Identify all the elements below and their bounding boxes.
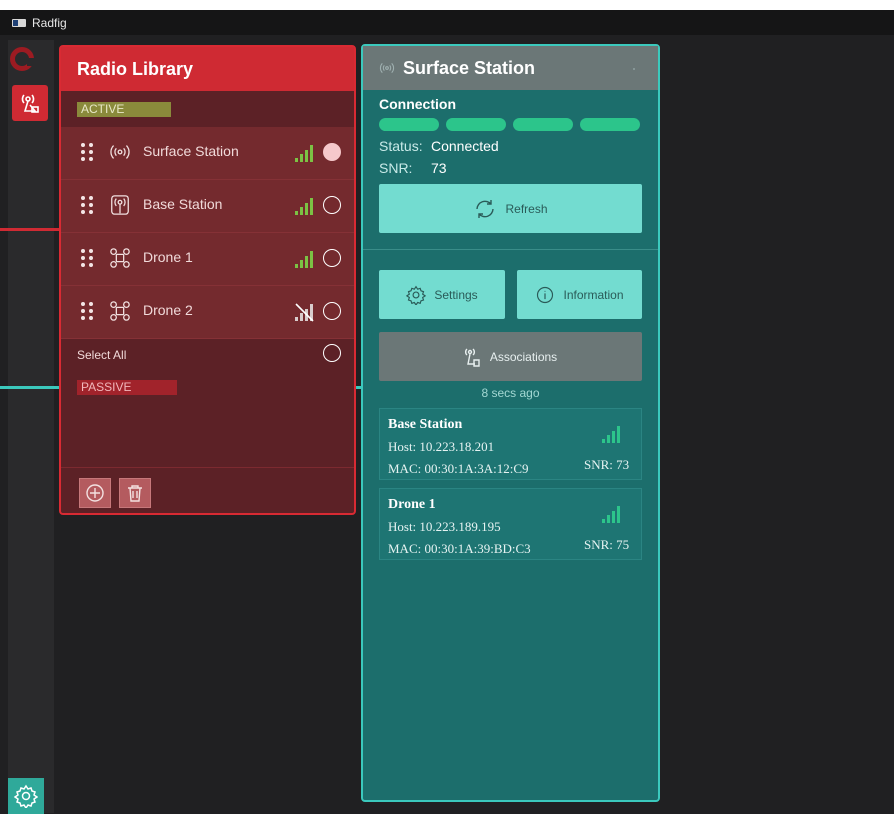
snr-row: SNR: 73	[379, 160, 447, 176]
signal-strong-icon	[295, 198, 313, 215]
library-footer	[61, 467, 354, 514]
antenna-icon	[379, 62, 395, 74]
radio-select-toggle[interactable]	[323, 249, 341, 267]
add-circle-icon	[86, 484, 104, 502]
association-mac: MAC: 00:30:1A:3A:12:C9	[388, 461, 529, 476]
select-all-toggle[interactable]	[323, 344, 341, 362]
drag-handle-icon[interactable]	[81, 196, 95, 214]
signal-strong-icon	[602, 506, 620, 523]
status-value: Connected	[431, 138, 499, 154]
radio-library-panel: Radio Library ACTIVE Surface Station Bas…	[59, 45, 356, 515]
select-all-label: Select All	[77, 348, 127, 362]
association-host: Host: 10.223.189.195	[388, 519, 501, 534]
delete-radio-button[interactable]	[119, 478, 151, 508]
radio-select-toggle[interactable]	[323, 196, 341, 214]
association-mac: MAC: 00:30:1A:39:BD:C3	[388, 541, 531, 556]
radio-tower-icon	[464, 347, 480, 367]
refresh-button[interactable]: Refresh	[379, 184, 642, 233]
association-snr: SNR: 75	[584, 537, 630, 552]
connection-bar-4	[580, 118, 640, 131]
app-bar: Radfig	[0, 10, 894, 35]
red-connector-line	[0, 228, 64, 231]
status-key: Status:	[379, 138, 423, 154]
associations-button[interactable]: Associations	[379, 332, 642, 381]
app-title: Radfig	[32, 16, 67, 30]
connection-heading: Connection	[379, 96, 456, 112]
drag-handle-icon[interactable]	[81, 143, 95, 161]
last-updated-text: 8 secs ago	[481, 386, 540, 400]
radio-row-surface-station[interactable]: Surface Station	[61, 127, 354, 180]
connection-bar-2	[446, 118, 506, 131]
refresh-icon	[476, 199, 495, 218]
radio-name: Surface Station	[143, 143, 239, 159]
association-card-drone-1[interactable]: Drone 1 Host: 10.223.189.195 MAC: 00:30:…	[379, 488, 642, 560]
settings-nav-button[interactable]	[8, 778, 44, 814]
association-name: Base Station	[388, 417, 463, 432]
antenna-icon	[110, 145, 130, 159]
select-all-row[interactable]: Select All	[61, 335, 354, 371]
app-logo-icon	[12, 19, 26, 27]
trash-icon	[128, 485, 142, 502]
section-divider	[363, 249, 658, 250]
association-name: Drone 1	[388, 497, 436, 512]
connection-bar-1	[379, 118, 439, 131]
drone-icon	[110, 248, 130, 268]
drag-handle-icon[interactable]	[81, 302, 95, 320]
window-titlebar	[0, 0, 894, 10]
settings-button[interactable]: Settings	[379, 270, 505, 319]
radio-library-title: Radio Library	[61, 47, 354, 91]
info-icon	[537, 286, 554, 303]
station-detail-panel: Surface Station Connection Status: Conne…	[361, 44, 660, 802]
radio-tower-icon	[21, 94, 39, 113]
station-title: Surface Station	[403, 57, 536, 78]
connection-bar-3	[513, 118, 573, 131]
snr-value: 73	[431, 160, 447, 176]
signal-off-icon	[295, 303, 314, 322]
antenna-icon	[111, 195, 129, 215]
radio-library-nav-button[interactable]	[12, 85, 48, 121]
header-menu-dot[interactable]	[633, 68, 635, 70]
signal-strong-icon	[602, 426, 620, 443]
association-card-base-station[interactable]: Base Station Host: 10.223.18.201 MAC: 00…	[379, 408, 642, 480]
signal-strong-icon	[295, 145, 313, 162]
associations-label: Associations	[489, 349, 558, 364]
information-label: Information	[563, 287, 624, 302]
drone-icon	[110, 301, 130, 321]
gear-icon	[14, 784, 38, 808]
gear-icon	[406, 285, 427, 305]
signal-strong-icon	[295, 251, 313, 268]
radio-row-drone-1[interactable]: Drone 1	[61, 233, 354, 286]
station-header: Surface Station	[363, 46, 658, 90]
association-snr: SNR: 73	[584, 457, 630, 472]
radio-name: Drone 1	[143, 249, 193, 265]
passive-section-label: PASSIVE	[77, 380, 177, 395]
association-host: Host: 10.223.18.201	[388, 439, 495, 454]
information-button[interactable]: Information	[517, 270, 642, 319]
settings-label: Settings	[434, 287, 478, 302]
drag-handle-icon[interactable]	[81, 249, 95, 267]
add-radio-button[interactable]	[79, 478, 111, 508]
radio-select-toggle[interactable]	[323, 302, 341, 320]
radio-name: Base Station	[143, 196, 223, 212]
refresh-label: Refresh	[505, 201, 548, 216]
radio-name: Drone 2	[143, 302, 193, 318]
active-section-label: ACTIVE	[77, 102, 171, 117]
left-rail	[8, 40, 54, 813]
radio-row-drone-2[interactable]: Drone 2	[61, 286, 354, 339]
status-row: Status: Connected	[379, 138, 499, 154]
radio-select-toggle[interactable]	[323, 143, 341, 161]
radio-row-base-station[interactable]: Base Station	[61, 180, 354, 233]
brand-logo-icon	[10, 47, 35, 71]
snr-key: SNR:	[379, 160, 413, 176]
